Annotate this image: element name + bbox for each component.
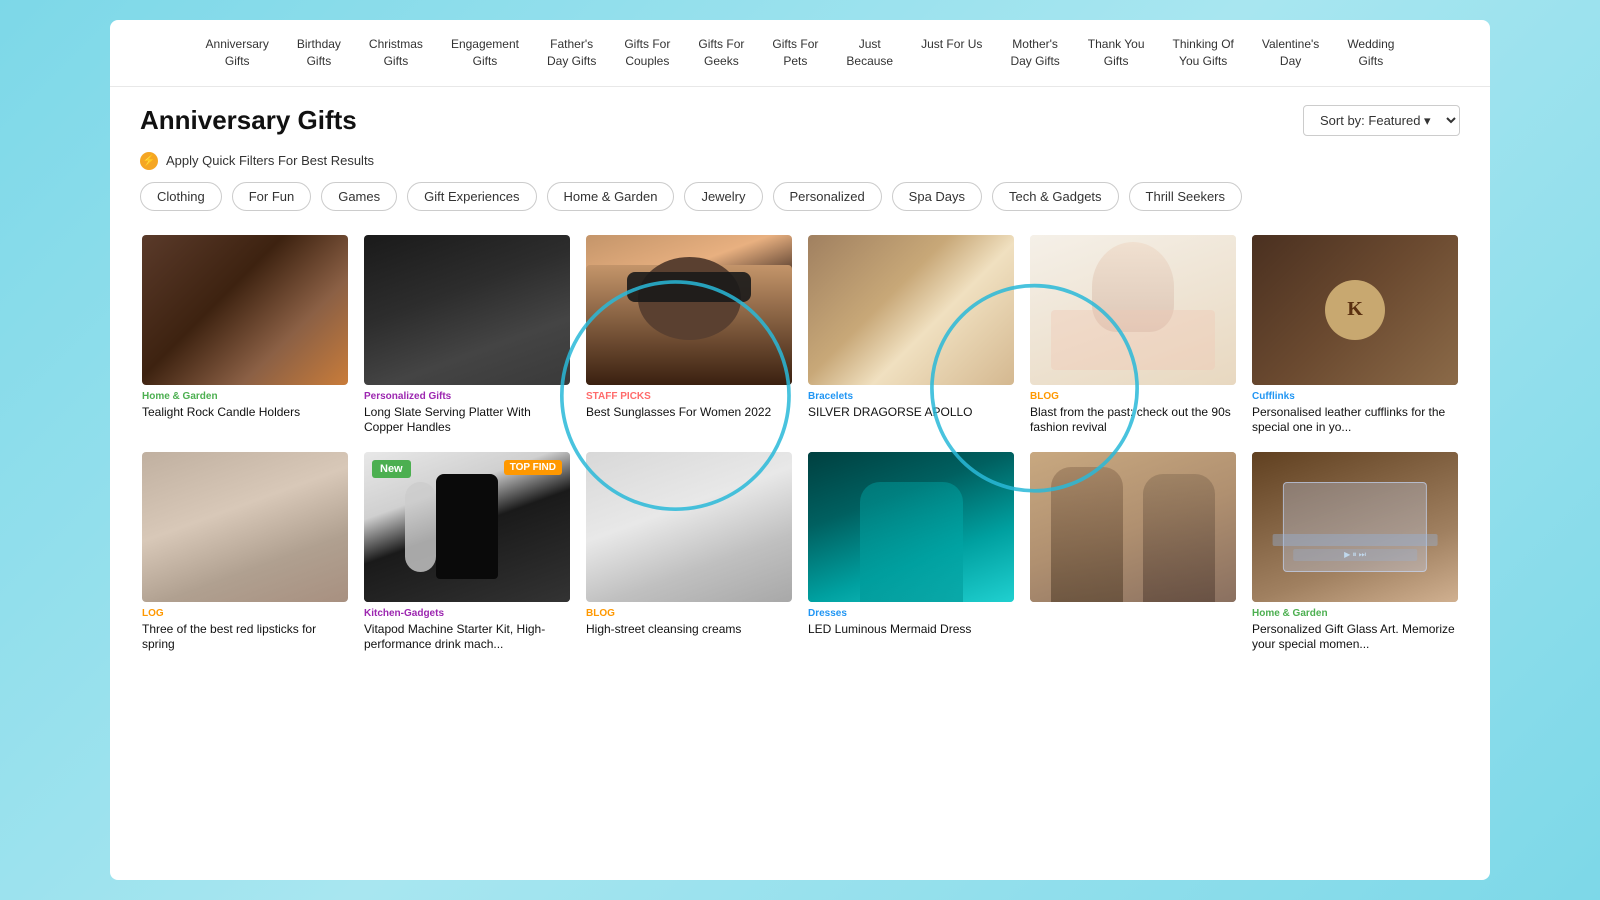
product-category-p9: BLOG — [586, 608, 792, 619]
nav-item-gifts-pets[interactable]: Gifts For Pets — [758, 30, 832, 76]
filter-icon: ⚡ — [140, 152, 158, 170]
product-card-p7[interactable]: LOG Three of the best red lipsticks for s… — [134, 444, 356, 661]
nav-item-fathers-day[interactable]: Father's Day Gifts — [533, 30, 610, 76]
filter-tag-6[interactable]: Personalized — [773, 182, 882, 211]
product-card-p12[interactable]: ▶ ⏸ ⏭ Home & Garden Personalized Gift Gla… — [1244, 444, 1466, 661]
filter-tag-5[interactable]: Jewelry — [684, 182, 762, 211]
product-image-p9 — [586, 452, 792, 602]
product-card-p4[interactable]: Bracelets SILVER DRAGORSE APOLLO — [800, 227, 1022, 444]
top-nav: Anniversary GiftsBirthday GiftsChristmas… — [110, 20, 1490, 87]
nav-item-gifts-geeks[interactable]: Gifts For Geeks — [684, 30, 758, 76]
product-category-p5: BLOG — [1030, 391, 1236, 402]
product-name-p10: LED Luminous Mermaid Dress — [808, 622, 1014, 638]
product-name-p12: Personalized Gift Glass Art. Memorize yo… — [1252, 622, 1458, 653]
product-card-p3[interactable]: STAFF PICKS Best Sunglasses For Women 202… — [578, 227, 800, 444]
filter-tag-3[interactable]: Gift Experiences — [407, 182, 536, 211]
product-image-p6: K — [1252, 235, 1458, 385]
product-name-p5: Blast from the past: check out the 90s f… — [1030, 405, 1236, 436]
product-category-p10: Dresses — [808, 608, 1014, 619]
product-category-p8: Kitchen-Gadgets — [364, 608, 570, 619]
product-card-p9[interactable]: BLOG High-street cleansing creams — [578, 444, 800, 661]
nav-item-just-for-us[interactable]: Just For Us — [907, 30, 996, 76]
filter-tag-2[interactable]: Games — [321, 182, 397, 211]
product-grid: Home & Garden Tealight Rock Candle Holder… — [110, 227, 1490, 681]
nav-item-engagement[interactable]: Engagement Gifts — [437, 30, 533, 76]
product-category-p12: Home & Garden — [1252, 608, 1458, 619]
nav-item-just-because[interactable]: Just Because — [832, 30, 907, 76]
quick-filters-row: ⚡ Apply Quick Filters For Best Results — [110, 146, 1490, 182]
product-image-p10 — [808, 452, 1014, 602]
sort-dropdown[interactable]: Sort by: Featured ▾ — [1303, 105, 1460, 136]
filter-tag-4[interactable]: Home & Garden — [547, 182, 675, 211]
nav-item-thank-you[interactable]: Thank You Gifts — [1074, 30, 1159, 76]
filter-tag-8[interactable]: Tech & Gadgets — [992, 182, 1119, 211]
filter-tag-0[interactable]: Clothing — [140, 182, 222, 211]
product-image-p4 — [808, 235, 1014, 385]
product-card-p8[interactable]: New TOP FIND Kitchen-Gadgets Vitapod Machin… — [356, 444, 578, 661]
nav-item-wedding[interactable]: Wedding Gifts — [1333, 30, 1408, 76]
product-card-p5[interactable]: BLOG Blast from the past: check out the 9… — [1022, 227, 1244, 444]
product-image-p8: New TOP FIND — [364, 452, 570, 602]
product-name-p4: SILVER DRAGORSE APOLLO — [808, 405, 1014, 421]
product-name-p9: High-street cleansing creams — [586, 622, 792, 638]
filter-tag-7[interactable]: Spa Days — [892, 182, 982, 211]
filter-tag-1[interactable]: For Fun — [232, 182, 312, 211]
product-category-p2: Personalized Gifts — [364, 391, 570, 402]
product-category-p3: STAFF PICKS — [586, 391, 792, 402]
filter-tag-9[interactable]: Thrill Seekers — [1129, 182, 1242, 211]
product-card-p11[interactable] — [1022, 444, 1244, 661]
product-grid-wrap: Home & Garden Tealight Rock Candle Holder… — [110, 227, 1490, 681]
product-image-p3 — [586, 235, 792, 385]
product-image-p2 — [364, 235, 570, 385]
badge-new: New — [372, 460, 411, 478]
product-name-p1: Tealight Rock Candle Holders — [142, 405, 348, 421]
product-category-p7: LOG — [142, 608, 348, 619]
product-name-p7: Three of the best red lipsticks for spri… — [142, 622, 348, 653]
product-image-p1 — [142, 235, 348, 385]
nav-item-christmas[interactable]: Christmas Gifts — [355, 30, 437, 76]
product-category-p4: Bracelets — [808, 391, 1014, 402]
product-image-p7 — [142, 452, 348, 602]
nav-item-thinking-of-you[interactable]: Thinking Of You Gifts — [1159, 30, 1248, 76]
product-card-p2[interactable]: Personalized Gifts Long Slate Serving Pla… — [356, 227, 578, 444]
nav-item-anniversary[interactable]: Anniversary Gifts — [192, 30, 283, 76]
nav-item-birthday[interactable]: Birthday Gifts — [283, 30, 355, 76]
badge-top-find: TOP FIND — [504, 460, 562, 475]
product-category-p6: Cufflinks — [1252, 391, 1458, 402]
filter-tags: Clothing For Fun Games Gift Experiences Home… — [110, 182, 1490, 227]
product-card-p1[interactable]: Home & Garden Tealight Rock Candle Holder… — [134, 227, 356, 444]
product-card-p10[interactable]: Dresses LED Luminous Mermaid Dress — [800, 444, 1022, 661]
nav-item-mothers-day[interactable]: Mother's Day Gifts — [996, 30, 1073, 76]
page-title: Anniversary Gifts — [140, 105, 357, 136]
product-name-p3: Best Sunglasses For Women 2022 — [586, 405, 792, 421]
product-image-p5 — [1030, 235, 1236, 385]
nav-item-valentines[interactable]: Valentine's Day — [1248, 30, 1333, 76]
page-header: Anniversary Gifts Sort by: Featured ▾ — [110, 87, 1490, 146]
product-name-p6: Personalised leather cufflinks for the s… — [1252, 405, 1458, 436]
quick-filters-label: Apply Quick Filters For Best Results — [166, 153, 374, 168]
nav-item-gifts-couples[interactable]: Gifts For Couples — [610, 30, 684, 76]
product-name-p8: Vitapod Machine Starter Kit, High-perfor… — [364, 622, 570, 653]
product-image-p12: ▶ ⏸ ⏭ — [1252, 452, 1458, 602]
product-category-p1: Home & Garden — [142, 391, 348, 402]
product-name-p2: Long Slate Serving Platter With Copper H… — [364, 405, 570, 436]
product-image-p11 — [1030, 452, 1236, 602]
product-card-p6[interactable]: K Cufflinks Personalised leather cufflink… — [1244, 227, 1466, 444]
